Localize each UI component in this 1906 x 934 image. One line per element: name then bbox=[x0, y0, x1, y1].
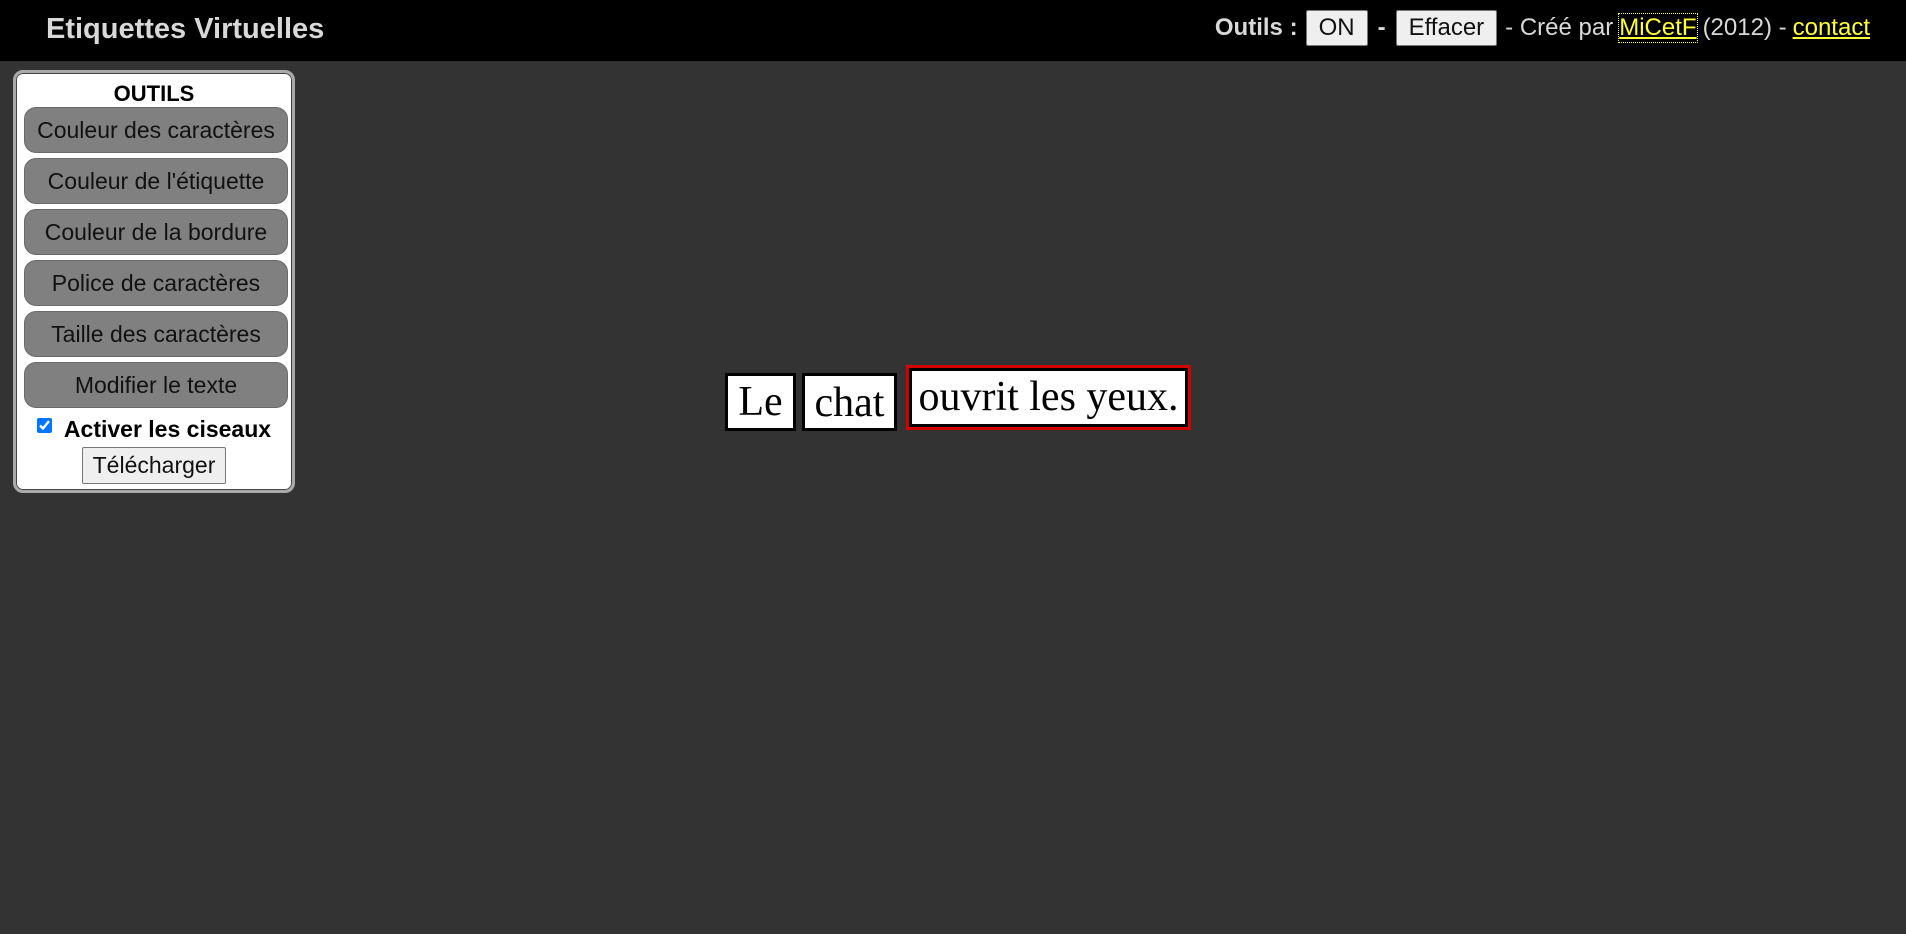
scissors-checkbox[interactable] bbox=[36, 417, 52, 433]
word-tag-text: Le bbox=[738, 379, 783, 425]
year-text: (2012) - bbox=[1702, 14, 1787, 41]
font-size-button[interactable]: Taille des caractères bbox=[24, 311, 288, 357]
top-bar: Etiquettes Virtuelles Outils : ON - Effa… bbox=[0, 0, 1906, 61]
tag-color-button[interactable]: Couleur de l'étiquette bbox=[24, 158, 288, 204]
word-tag-selected[interactable]: ouvrit les yeux. bbox=[909, 368, 1188, 427]
edit-text-button[interactable]: Modifier le texte bbox=[24, 362, 288, 408]
download-button[interactable]: Télécharger bbox=[81, 447, 227, 484]
contact-link[interactable]: contact bbox=[1793, 14, 1870, 42]
border-color-button[interactable]: Couleur de la bordure bbox=[24, 209, 288, 255]
word-tag[interactable]: Le bbox=[725, 373, 796, 431]
tools-panel: OUTILS Couleur des caractères Couleur de… bbox=[13, 70, 295, 493]
word-tag[interactable]: chat bbox=[802, 373, 897, 431]
scissors-label[interactable]: Activer les ciseaux bbox=[64, 416, 271, 443]
author-link[interactable]: MiCetF bbox=[1618, 13, 1698, 43]
clear-button[interactable]: Effacer bbox=[1395, 10, 1498, 46]
font-family-button[interactable]: Police de caractères bbox=[24, 260, 288, 306]
app-title: Etiquettes Virtuelles bbox=[46, 13, 325, 45]
font-color-button[interactable]: Couleur des caractères bbox=[24, 107, 288, 153]
tools-toggle-button[interactable]: ON bbox=[1305, 10, 1368, 46]
tools-panel-title: OUTILS bbox=[113, 81, 195, 106]
scissors-row: Activer les ciseaux bbox=[16, 413, 292, 445]
separator-dash: - bbox=[1377, 14, 1386, 41]
word-tag-text: chat bbox=[814, 380, 885, 426]
word-tag-text: ouvrit les yeux. bbox=[918, 374, 1179, 420]
credit-prefix: - Créé par bbox=[1505, 14, 1614, 41]
top-toolbar: Outils : ON - Effacer - Créé par MiCetF … bbox=[1215, 10, 1870, 46]
tools-label: Outils : bbox=[1214, 14, 1298, 41]
